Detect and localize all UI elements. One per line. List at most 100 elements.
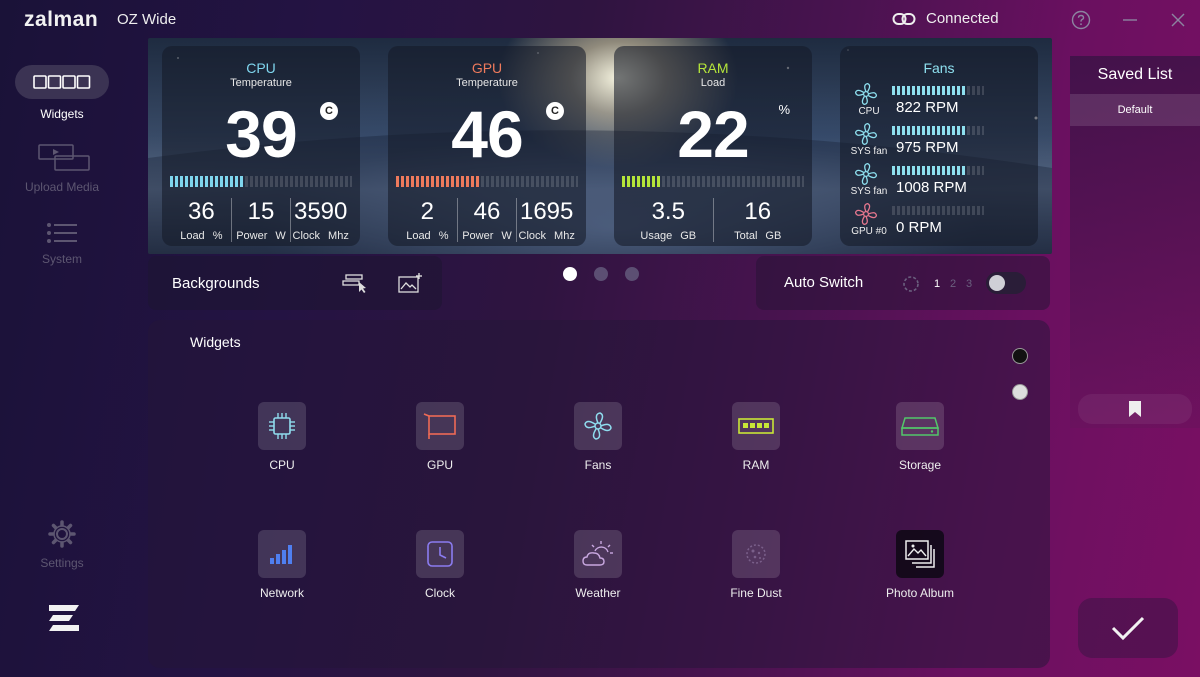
close-icon (1171, 13, 1185, 27)
widget-storage[interactable]: Storage (870, 402, 970, 472)
zalman-z-logo (49, 605, 79, 631)
fan-rpm-value: 822 RPM (896, 99, 959, 116)
gpu-subtitle: Temperature (456, 77, 518, 89)
auto-switch-option-1[interactable]: 1 (934, 278, 940, 290)
widget-ram[interactable]: RAM (706, 402, 806, 472)
auto-switch-option-2[interactable]: 2 (950, 278, 956, 290)
sidebar-item-label: Upload Media (24, 180, 100, 194)
cpu-power-stat: 15 Power W (230, 198, 291, 242)
fan-icon (854, 82, 878, 106)
auto-switch-toggle[interactable] (986, 272, 1026, 294)
fans-title: Fans (923, 60, 955, 76)
confirm-button[interactable] (1078, 598, 1178, 658)
fan-icon (854, 162, 878, 186)
network-icon (270, 545, 292, 564)
sidebar-item-upload-media[interactable]: Upload Media (12, 144, 112, 194)
upload-media-icon (38, 144, 90, 171)
list-icon (47, 223, 77, 243)
cpu-subtitle: Temperature (230, 77, 292, 89)
gpu-power-stat: 46 Power W (456, 198, 517, 242)
clock-icon (427, 541, 453, 567)
gpu-level-bar (396, 176, 578, 187)
fan-icon (854, 202, 878, 226)
gear-icon (48, 520, 76, 548)
link-icon (892, 12, 916, 25)
add-image-icon (398, 273, 422, 293)
fan-label: CPU (858, 106, 880, 117)
fan-rpm-value: 1008 RPM (896, 179, 967, 196)
widget-clock[interactable]: Clock (390, 530, 490, 600)
cpu-icon (269, 413, 295, 439)
help-button[interactable] (1069, 8, 1093, 32)
ram-usage-stat: 3.5 Usage GB (640, 198, 697, 242)
page-dot-2[interactable] (594, 267, 608, 281)
widget-cpu[interactable]: CPU (232, 402, 332, 472)
connection-label: Connected (926, 10, 999, 27)
fan-speed-bar (892, 206, 984, 215)
widget-network[interactable]: Network (232, 530, 332, 600)
saved-list-panel: Saved List Default (1070, 56, 1200, 428)
fan-label: GPU #0 (851, 226, 887, 237)
minimize-icon (1123, 19, 1137, 21)
fan-row: SYS fan 1008 RPM (848, 162, 1030, 200)
saved-list-title: Saved List (1097, 66, 1173, 83)
gpu-title: GPU (471, 60, 503, 76)
preview-canvas[interactable]: CPU Temperature 39 C 36 Load% 15 Power W … (148, 38, 1052, 254)
fans-card[interactable]: Fans CPU 822 RPM SYS fan 975 RPM SYS fan 1008… (840, 46, 1038, 246)
widget-photo-album[interactable]: Photo Album (870, 530, 970, 600)
close-button[interactable] (1166, 8, 1190, 32)
celsius-badge: C (546, 102, 564, 120)
theme-dark-option[interactable] (1012, 348, 1028, 364)
connection-status[interactable]: Connected (892, 10, 999, 27)
bookmark-button[interactable] (1078, 394, 1192, 424)
sidebar-item-label: System (41, 252, 82, 266)
fan-label: SYS fan (850, 146, 888, 157)
widget-fine-dust[interactable]: Fine Dust (706, 530, 806, 600)
gpu-card[interactable]: GPU Temperature 46 C 2 Load% 46 Power W 1… (388, 46, 586, 246)
backgrounds-panel: Backgrounds (148, 256, 442, 310)
fine-dust-icon (746, 544, 766, 564)
timer-icon (903, 276, 919, 292)
ram-total-stat: 16 Total GB (712, 198, 803, 242)
fan-icon (854, 122, 878, 146)
widget-fans[interactable]: Fans (548, 402, 648, 472)
backgrounds-label: Backgrounds (172, 275, 260, 292)
sidebar-item-label: Widgets (40, 107, 84, 121)
cpu-title: CPU (246, 60, 276, 76)
auto-switch-option-3[interactable]: 3 (966, 278, 972, 290)
fan-icon (584, 412, 612, 440)
celsius-badge: C (320, 102, 338, 120)
ram-card[interactable]: RAM Load 22 % 3.5 Usage GB 16 Total GB (614, 46, 812, 246)
widget-weather[interactable]: Weather (548, 530, 648, 600)
question-icon (1071, 10, 1091, 30)
fan-row: SYS fan 975 RPM (848, 122, 1030, 160)
sidebar-item-settings[interactable]: Settings (12, 520, 112, 570)
cpu-card[interactable]: CPU Temperature 39 C 36 Load% 15 Power W … (162, 46, 360, 246)
photo-album-icon (905, 540, 935, 568)
minimize-button[interactable] (1118, 8, 1142, 32)
widgets-title: Widgets (190, 334, 241, 350)
page-dot-1[interactable] (563, 267, 577, 281)
page-dot-3[interactable] (625, 267, 639, 281)
sidebar-item-label: Settings (40, 556, 84, 570)
widget-gpu[interactable]: GPU (390, 402, 490, 472)
ram-title: RAM (697, 60, 729, 76)
percent-unit: % (778, 102, 790, 117)
sidebar-item-widgets[interactable]: Widgets (12, 65, 112, 121)
sidebar-item-system[interactable]: System (12, 222, 112, 266)
checkmark-icon (1111, 616, 1145, 641)
cpu-load-stat: 36 Load% (180, 198, 223, 242)
toggle-knob (989, 275, 1005, 291)
theme-light-option[interactable] (1012, 384, 1028, 400)
add-image-button[interactable] (398, 272, 424, 299)
auto-switch-panel: Auto Switch 1 2 3 (756, 256, 1050, 310)
edit-background-button[interactable] (342, 272, 368, 299)
edit-background-icon (342, 274, 366, 293)
fan-row: GPU #0 0 RPM (848, 202, 1030, 240)
ram-subtitle: Load (700, 77, 726, 89)
cpu-level-bar (170, 176, 352, 187)
gpu-icon (423, 413, 456, 439)
saved-list-item[interactable]: Default (1070, 94, 1200, 126)
ram-level-bar (622, 176, 804, 187)
gpu-clock-stat: 1695 Clock Mhz (516, 198, 576, 242)
